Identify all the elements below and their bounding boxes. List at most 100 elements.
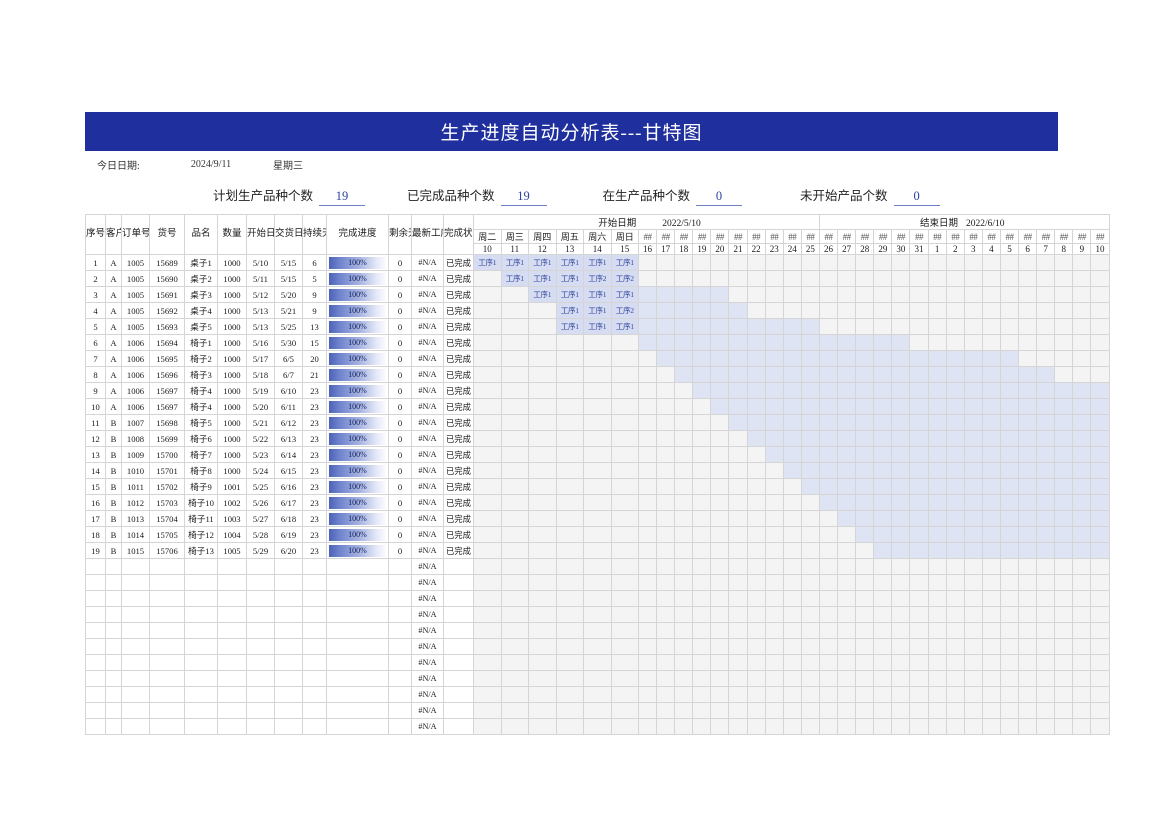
table-row[interactable]: 9 A 1006 15697 椅子4 1000 5/19 6/10 23 100% 0 #N/A 已完成 <box>85 382 1110 399</box>
table-row-empty[interactable]: #N/A <box>85 686 1110 703</box>
gantt-cell-empty <box>1018 670 1038 687</box>
table-row[interactable]: 7 A 1006 15695 椅子2 1000 5/17 6/5 20 100% 0 #N/A 已完成 <box>85 350 1110 367</box>
gantt-cell-empty <box>555 574 584 591</box>
gantt-cell-empty <box>764 718 784 735</box>
cell-start <box>246 606 275 623</box>
gantt-cell-empty <box>855 302 875 319</box>
gantt-cell-filled <box>891 446 911 463</box>
cell-status: 已完成 <box>443 430 474 447</box>
cell-remaining <box>388 638 412 655</box>
table-row-empty[interactable]: #N/A <box>85 622 1110 639</box>
gantt-cell-empty <box>1036 558 1056 575</box>
gantt-cell-filled <box>637 302 658 319</box>
table-row[interactable]: 1 A 1005 15689 桌子1 1000 5/10 5/15 6 100% 0 #N/A 已完成工… <box>85 254 1110 271</box>
table-row[interactable]: 14 B 1010 15701 椅子8 1000 5/24 6/15 23 100% 0 #N/A 已完… <box>85 462 1110 479</box>
gantt-cell-empty <box>583 558 612 575</box>
table-row[interactable]: 5 A 1005 15693 桌子5 1000 5/13 5/25 13 100% 0 #N/A 已完成… <box>85 318 1110 335</box>
gantt-cell-filled <box>710 382 730 399</box>
gantt-cell-empty <box>674 702 694 719</box>
table-row-empty[interactable]: #N/A <box>85 606 1110 623</box>
gantt-cell-empty <box>800 606 820 623</box>
gantt-cell-empty <box>692 430 712 447</box>
gantt-cell-filled <box>1054 382 1074 399</box>
col-due-header: 交货日期 <box>274 214 303 255</box>
gantt-cell-empty <box>909 590 929 607</box>
cell-order: 1006 <box>121 398 150 415</box>
cell-name: 椅子1 <box>184 334 218 351</box>
gantt-cell-empty <box>1072 302 1092 319</box>
gantt-cell-empty <box>999 670 1020 687</box>
gantt-cell-empty <box>746 590 766 607</box>
table-row[interactable]: 6 A 1006 15694 椅子1 1000 5/16 5/30 15 100% 0 #N/A 已完成 <box>85 334 1110 351</box>
gantt-cell-empty <box>674 542 694 559</box>
cell-status: 已完成 <box>443 286 474 303</box>
cell-name <box>184 558 218 575</box>
gantt-cell-filled <box>656 334 676 351</box>
gantt-cell-empty <box>674 590 694 607</box>
gantt-cell-empty <box>610 446 639 463</box>
cell-sku: 15697 <box>149 398 185 415</box>
cell-seq: 17 <box>85 510 106 527</box>
gantt-cell-empty <box>656 702 676 719</box>
gantt-cell-filled <box>981 350 1001 367</box>
table-row-empty[interactable]: #N/A <box>85 654 1110 671</box>
table-row-empty[interactable]: #N/A <box>85 558 1110 575</box>
table-row[interactable]: 18 B 1014 15705 椅子12 1004 5/28 6/19 23 100% 0 #N/A 已… <box>85 526 1110 543</box>
table-row-empty[interactable]: #N/A <box>85 574 1110 591</box>
cell-latest-op: #N/A <box>411 542 444 559</box>
table-row[interactable]: 11 B 1007 15698 椅子5 1000 5/21 6/12 23 100% 0 #N/A 已完… <box>85 414 1110 431</box>
gantt-cell-filled <box>981 494 1001 511</box>
table-row-empty[interactable]: #N/A <box>85 718 1110 735</box>
cell-seq: 16 <box>85 494 106 511</box>
gantt-cell-empty <box>1090 302 1110 319</box>
gantt-cell-empty <box>782 542 802 559</box>
col-remaining-header: 剩余天数 <box>388 214 412 255</box>
gantt-cell-operation: 工序1 <box>473 254 502 271</box>
cell-start-date: 5/23 <box>246 446 275 463</box>
table-row[interactable]: 15 B 1011 15702 椅子9 1001 5/25 6/16 23 100% 0 #N/A 已完… <box>85 478 1110 495</box>
gantt-cell-filled <box>692 318 712 335</box>
table-row[interactable]: 2 A 1005 15690 桌子2 1000 5/11 5/15 5 100% 0 #N/A 已完成工… <box>85 270 1110 287</box>
gantt-cell-empty <box>999 622 1020 639</box>
table-row[interactable]: 4 A 1005 15692 桌子4 1000 5/13 5/21 9 100% 0 #N/A 已完成工… <box>85 302 1110 319</box>
gantt-cell-empty <box>583 718 612 735</box>
cell-sku: 15692 <box>149 302 185 319</box>
cell-duration: 23 <box>302 542 327 559</box>
table-row[interactable]: 3 A 1005 15691 桌子3 1000 5/12 5/20 9 100% 0 #N/A 已完成工… <box>85 286 1110 303</box>
gantt-cell-empty <box>1036 302 1056 319</box>
gantt-cell-filled <box>1090 414 1110 431</box>
gantt-cell-empty <box>764 494 784 511</box>
cell-customer: B <box>105 526 122 543</box>
cell-remaining <box>388 574 412 591</box>
table-row-empty[interactable]: #N/A <box>85 670 1110 687</box>
gantt-cell-empty <box>656 270 676 287</box>
cell-qty: 1000 <box>217 382 247 399</box>
gantt-cell-empty <box>610 542 639 559</box>
table-row[interactable]: 13 B 1009 15700 椅子7 1000 5/23 6/14 23 100% 0 #N/A 已完… <box>85 446 1110 463</box>
cell-name: 椅子9 <box>184 478 218 495</box>
table-row-empty[interactable]: #N/A <box>85 702 1110 719</box>
cell-order <box>121 606 150 623</box>
table-row-empty[interactable]: #N/A <box>85 590 1110 607</box>
gantt-cell-filled <box>891 382 911 399</box>
table-row-empty[interactable]: #N/A <box>85 638 1110 655</box>
table-row[interactable]: 12 B 1008 15699 椅子6 1000 5/22 6/13 23 100% 0 #N/A 已完… <box>85 430 1110 447</box>
cell-latest-op: #N/A <box>411 462 444 479</box>
table-row[interactable]: 19 B 1015 15706 椅子13 1005 5/29 6/20 23 100% 0 #N/A 已… <box>85 542 1110 559</box>
gantt-day-header: 22 <box>746 243 766 255</box>
gantt-cell-empty <box>1018 574 1038 591</box>
progress-bar: 100% <box>329 336 386 349</box>
table-row[interactable]: 17 B 1013 15704 椅子11 1003 5/27 6/18 23 100% 0 #N/A 已… <box>85 510 1110 527</box>
table-row[interactable]: 16 B 1012 15703 椅子10 1002 5/26 6/17 23 100% 0 #N/A 已… <box>85 494 1110 511</box>
gantt-cell-empty <box>583 334 612 351</box>
gantt-cell-empty <box>1090 702 1110 719</box>
gantt-cell-filled <box>909 542 929 559</box>
gantt-cell-empty <box>583 654 612 671</box>
cell-duration <box>302 702 327 719</box>
gantt-cell-filled <box>1054 446 1074 463</box>
gantt-cell-filled <box>963 430 983 447</box>
cell-status <box>443 638 474 655</box>
table-row[interactable]: 8 A 1006 15696 椅子3 1000 5/18 6/7 21 100% 0 #N/A 已完成 <box>85 366 1110 383</box>
cell-latest-op: #N/A <box>411 446 444 463</box>
table-row[interactable]: 10 A 1006 15697 椅子4 1000 5/20 6/11 23 100% 0 #N/A 已完… <box>85 398 1110 415</box>
